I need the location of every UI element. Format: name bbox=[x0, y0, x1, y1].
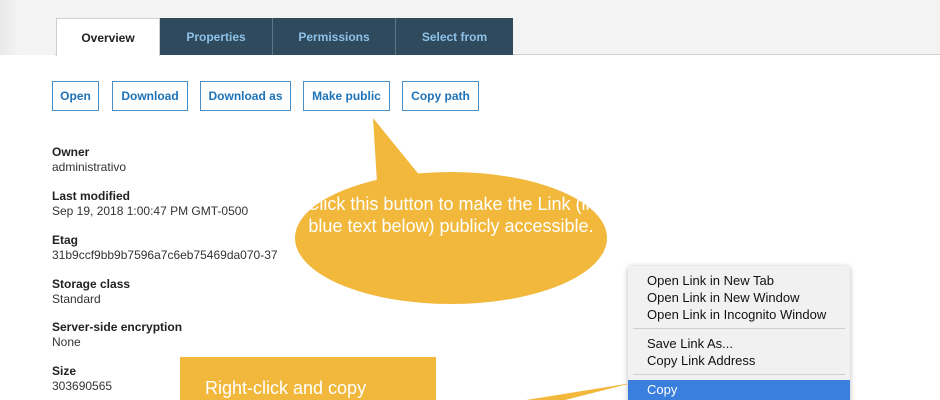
menu-separator bbox=[633, 374, 845, 375]
menu-item-open-new-window[interactable]: Open Link in New Window bbox=[647, 290, 799, 305]
bubble-pointer bbox=[373, 118, 425, 182]
callout-box-text: Right-click and copy bbox=[205, 378, 367, 398]
menu-separator bbox=[633, 328, 845, 329]
menu-item-open-incognito[interactable]: Open Link in Incognito Window bbox=[647, 307, 826, 322]
callout-bubble-text: Click this button to make the Link (in b… bbox=[306, 194, 596, 236]
menu-item-save-link-as[interactable]: Save Link As... bbox=[647, 336, 733, 351]
menu-item-copy[interactable]: Copy bbox=[647, 382, 677, 397]
menu-item-open-new-tab[interactable]: Open Link in New Tab bbox=[647, 273, 774, 288]
box-pointer bbox=[526, 383, 632, 400]
menu-item-copy-link-address[interactable]: Copy Link Address bbox=[647, 353, 755, 368]
callout-bubble bbox=[295, 172, 607, 304]
